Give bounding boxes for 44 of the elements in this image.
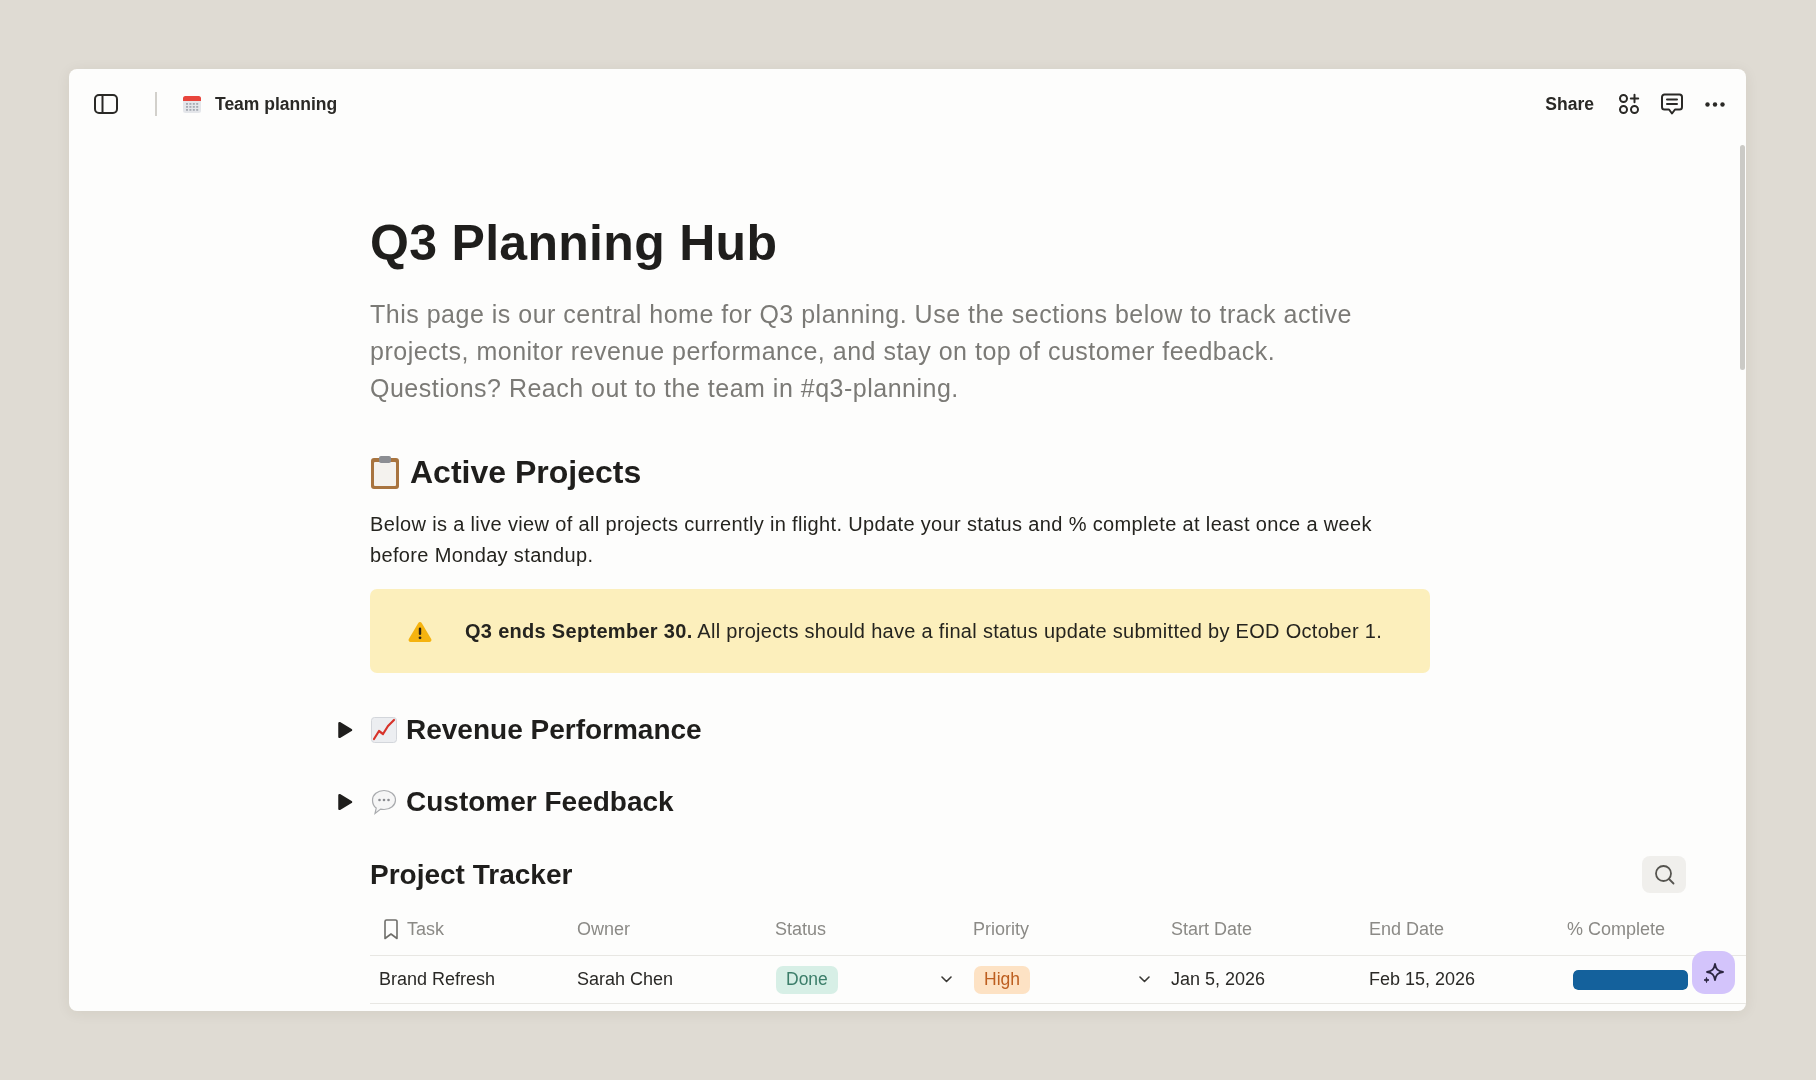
database-title: Project Tracker <box>370 857 573 892</box>
page-breadcrumb[interactable]: Team planning <box>215 93 338 115</box>
chevron-down-icon <box>941 976 952 983</box>
sparkle-icon <box>1701 960 1726 985</box>
column-header[interactable]: Task <box>407 919 444 940</box>
clipboard-icon <box>370 455 400 489</box>
more-icon <box>1705 101 1725 107</box>
column-header[interactable]: Owner <box>577 919 630 940</box>
comment-icon <box>1660 92 1684 116</box>
chevron-down-icon <box>1139 976 1150 983</box>
start-date: Jan 5, 2026 <box>1171 969 1266 990</box>
column-header[interactable]: % Complete <box>1567 919 1666 940</box>
sidebar-icon <box>94 94 118 114</box>
calendar-icon <box>182 94 202 114</box>
priority-cell[interactable]: High <box>964 956 1162 1004</box>
chart-icon <box>371 717 397 743</box>
share-button[interactable]: Share <box>1541 89 1598 119</box>
triangle-icon[interactable] <box>337 721 353 739</box>
search-icon <box>1653 864 1675 885</box>
column-header[interactable]: Priority <box>973 919 1029 940</box>
warning-icon <box>408 620 432 642</box>
column-header[interactable]: Start Date <box>1171 919 1253 940</box>
triangle-icon[interactable] <box>337 793 353 811</box>
owner-name: Sarah Chen <box>577 969 674 990</box>
end-date: Feb 15, 2026 <box>1369 969 1476 990</box>
speech-bubble-icon <box>371 789 397 815</box>
circles-plus-icon <box>1618 93 1640 115</box>
toggle-heading: Customer Feedback <box>406 785 674 819</box>
bookmark-icon <box>383 919 399 940</box>
page-title: Q3 Planning Hub <box>370 214 779 272</box>
ai-assist-button[interactable] <box>1692 951 1735 994</box>
scrollbar[interactable] <box>1740 145 1745 370</box>
callout-text: Q3 ends September 30. All projects should have a final status update submitted by EOD October 1. <box>465 619 1383 643</box>
task-name: Brand Refresh <box>379 969 496 990</box>
status-cell[interactable]: Done <box>766 956 964 1004</box>
column-header[interactable]: Status <box>775 919 827 940</box>
section-heading: Active Projects <box>410 453 642 492</box>
priority-tag: High <box>974 965 1030 994</box>
section-description: Below is a live view of all projects currently in flight. Update your status and % complete at least once a week before Monday standup. <box>370 512 1373 568</box>
search-button[interactable] <box>1642 856 1686 893</box>
column-header[interactable]: End Date <box>1369 919 1445 940</box>
status-tag: Done <box>776 965 838 994</box>
toggle-heading: Revenue Performance <box>406 713 702 747</box>
intro-paragraph: This page is our central home for Q3 planning. Use the sections below to track active projects, monitor revenue performance, and stay on top of customer feedback. Questions? Reach out to the team in #q3-planning. <box>370 299 1353 404</box>
